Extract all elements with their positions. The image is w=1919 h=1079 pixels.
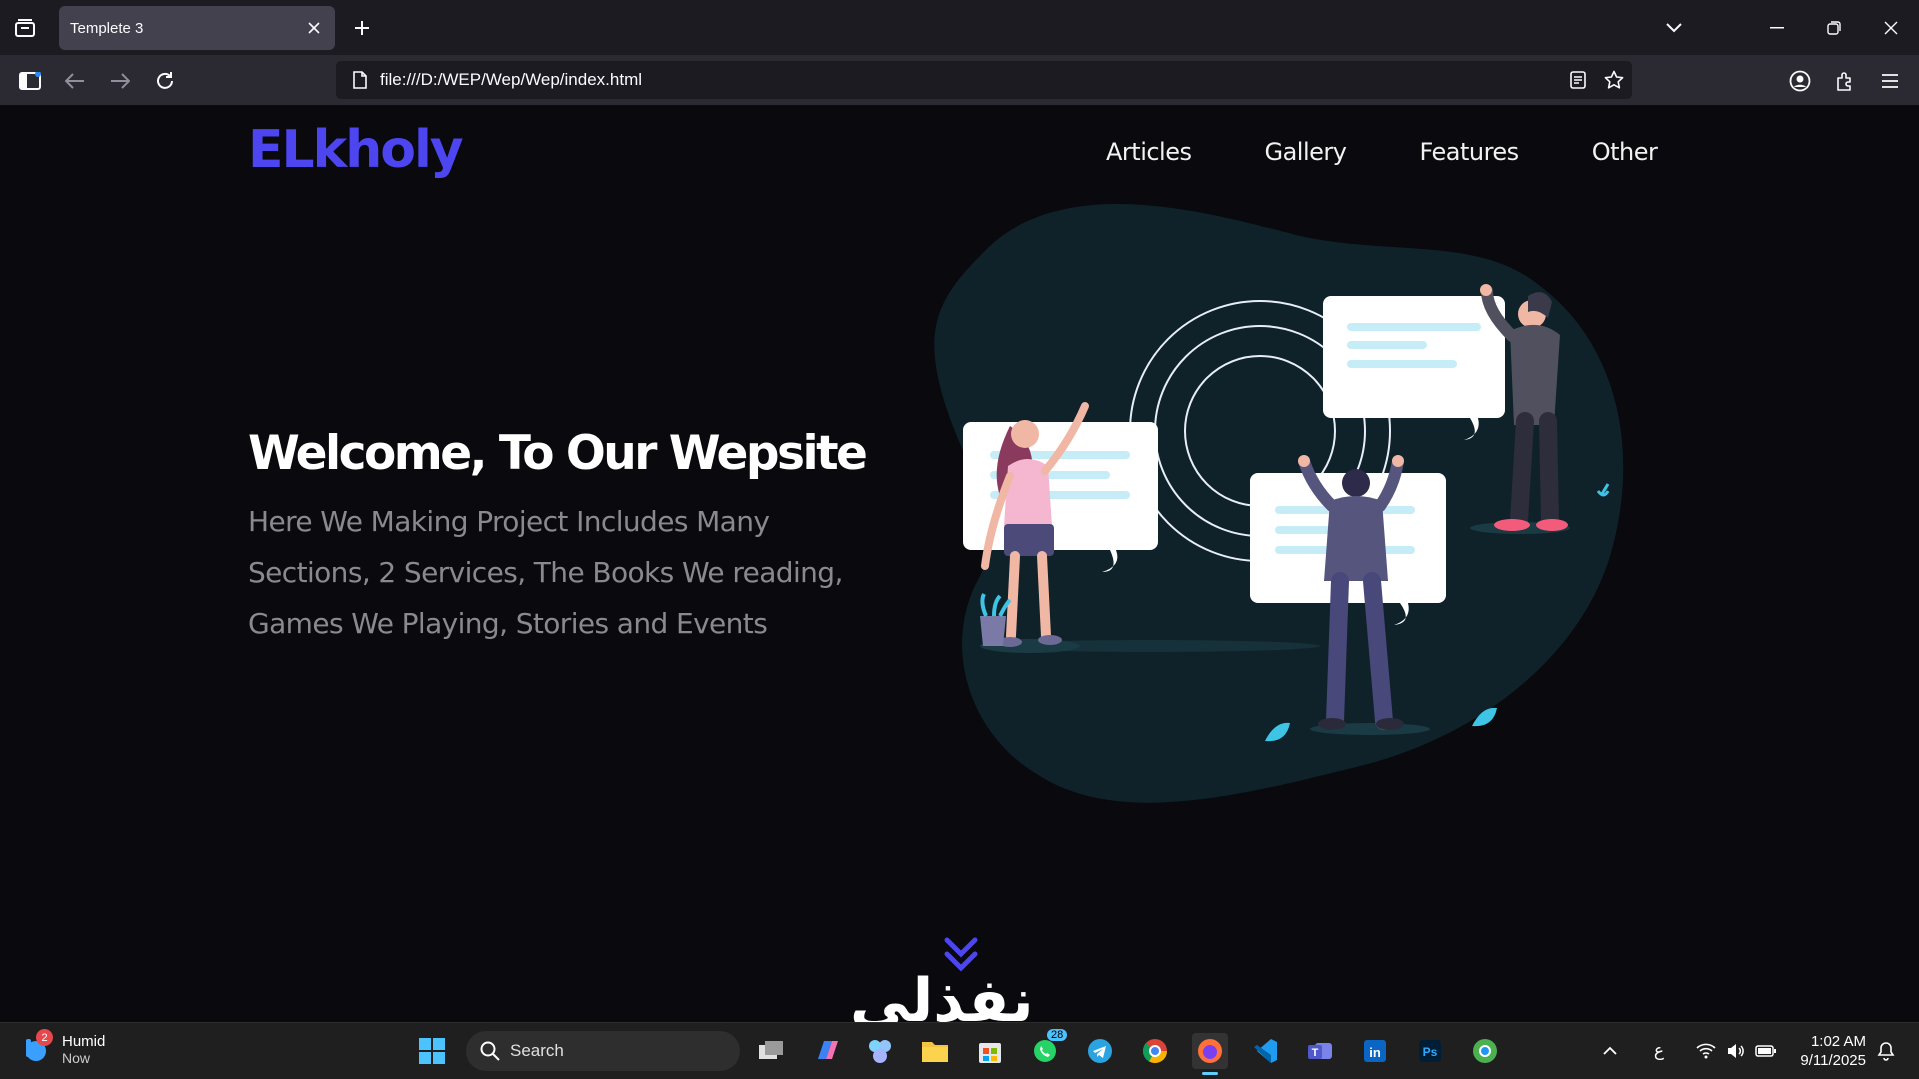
firefox-icon[interactable] — [1192, 1033, 1228, 1075]
sidebar-icon[interactable] — [15, 66, 45, 96]
notifications-icon[interactable] — [1872, 1033, 1900, 1069]
browser-toolbar: file:///D:/WEP/Wep/Wep/index.html — [0, 55, 1919, 106]
microsoft-store-icon[interactable] — [972, 1033, 1008, 1069]
list-all-tabs-icon[interactable] — [1660, 14, 1688, 42]
search-placeholder: Search — [510, 1041, 564, 1060]
nav-link-gallery[interactable]: Gallery — [1265, 138, 1347, 166]
active-indicator — [1202, 1072, 1218, 1075]
tab-title: Templete 3 — [70, 19, 144, 37]
hero-title: Welcome, To Our Wepsite — [248, 426, 868, 481]
system-clock[interactable]: 1:02 AM 9/11/2025 — [1786, 1032, 1866, 1070]
close-window-icon[interactable] — [1873, 10, 1909, 46]
input-language[interactable]: ع — [1646, 1033, 1672, 1069]
reader-view-icon[interactable] — [1560, 61, 1596, 99]
task-view-icon[interactable] — [753, 1033, 789, 1069]
menu-icon[interactable] — [1875, 66, 1905, 96]
photoshop-icon[interactable]: Ps — [1412, 1033, 1448, 1069]
show-hidden-icons-icon[interactable] — [1596, 1033, 1624, 1069]
site-logo[interactable]: ELkholy — [248, 120, 464, 180]
weather-widget[interactable]: 2 Humid Now — [20, 1029, 106, 1067]
file-explorer-icon[interactable] — [917, 1033, 953, 1069]
browser-tab[interactable]: Templete 3 — [59, 6, 335, 50]
linkedin-icon[interactable]: in — [1357, 1033, 1393, 1069]
back-icon[interactable] — [60, 66, 90, 96]
battery-icon[interactable] — [1752, 1033, 1780, 1069]
svg-text:in: in — [1369, 1045, 1381, 1060]
vscode-icon[interactable] — [1247, 1033, 1283, 1069]
web-page: ELkholy Articles Gallery Features Other … — [0, 106, 1919, 1022]
whatsapp-badge: 28 — [1047, 1029, 1068, 1041]
clock-date: 9/11/2025 — [1800, 1052, 1866, 1069]
tab-list-icon[interactable] — [10, 14, 40, 42]
widgets-icon[interactable] — [862, 1033, 898, 1069]
telegram-icon[interactable] — [1082, 1033, 1118, 1069]
svg-text:Ps: Ps — [1423, 1045, 1438, 1059]
new-tab-icon[interactable] — [348, 14, 376, 42]
copilot-icon[interactable] — [808, 1033, 844, 1069]
url-text[interactable]: file:///D:/WEP/Wep/Wep/index.html — [380, 70, 1560, 90]
teams-icon[interactable]: T — [1302, 1033, 1338, 1069]
search-icon — [480, 1041, 500, 1061]
nav-link-other[interactable]: Other — [1592, 138, 1658, 166]
svg-text:T: T — [1312, 1047, 1319, 1059]
wifi-icon[interactable] — [1692, 1033, 1720, 1069]
volume-icon[interactable] — [1722, 1033, 1750, 1069]
minimize-icon[interactable] — [1759, 10, 1795, 46]
watermark-logo: نفذلي — [850, 966, 1034, 1022]
forward-icon[interactable] — [105, 66, 135, 96]
site-nav: Articles Gallery Features Other — [1106, 138, 1658, 166]
browser-tab-bar: Templete 3 — [0, 0, 1919, 55]
clock-time: 1:02 AM — [1810, 1033, 1866, 1050]
bookmark-star-icon[interactable] — [1596, 61, 1632, 99]
reload-icon[interactable] — [150, 66, 180, 96]
chrome-dev-icon[interactable] — [1467, 1033, 1503, 1069]
weather-badge: 2 — [36, 1029, 53, 1046]
nav-link-articles[interactable]: Articles — [1106, 138, 1192, 166]
hero-illustration — [934, 204, 1624, 803]
windows-taskbar: 2 Humid Now Search 28 T in Ps ع 1:02 AM … — [0, 1022, 1919, 1079]
weather-subtitle: Now — [62, 1049, 91, 1066]
taskbar-search[interactable]: Search — [466, 1031, 740, 1071]
extensions-icon[interactable] — [1830, 66, 1860, 96]
account-icon[interactable] — [1785, 66, 1815, 96]
chrome-icon[interactable] — [1137, 1033, 1173, 1069]
close-tab-icon[interactable] — [303, 17, 325, 39]
hero-description: Here We Making Project Includes Many Sec… — [248, 505, 843, 640]
weather-icon: 2 — [20, 1029, 53, 1067]
page-icon — [340, 61, 380, 99]
whatsapp-icon[interactable]: 28 — [1027, 1029, 1068, 1069]
weather-title: Humid — [62, 1032, 106, 1050]
start-icon[interactable] — [414, 1033, 450, 1069]
address-bar[interactable]: file:///D:/WEP/Wep/Wep/index.html — [336, 61, 1632, 99]
nav-link-features[interactable]: Features — [1419, 138, 1519, 166]
restore-icon[interactable] — [1816, 10, 1852, 46]
